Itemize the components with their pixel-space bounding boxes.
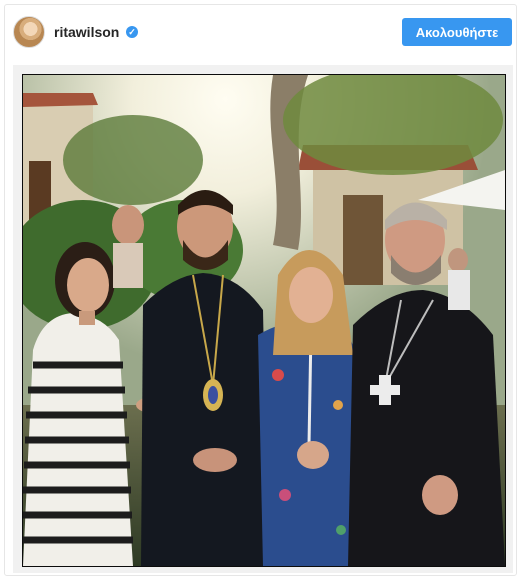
avatar[interactable] bbox=[13, 16, 45, 48]
post-card: ritawilson ✓ Ακολουθήστε bbox=[4, 4, 517, 576]
verified-badge-icon: ✓ bbox=[126, 26, 138, 38]
username[interactable]: ritawilson bbox=[54, 24, 119, 40]
follow-button[interactable]: Ακολουθήστε bbox=[402, 18, 512, 46]
post-image-frame bbox=[13, 65, 513, 573]
post-header: ritawilson ✓ Ακολουθήστε bbox=[5, 5, 516, 61]
photo-illustration bbox=[23, 75, 505, 566]
post-photo[interactable] bbox=[22, 74, 506, 567]
